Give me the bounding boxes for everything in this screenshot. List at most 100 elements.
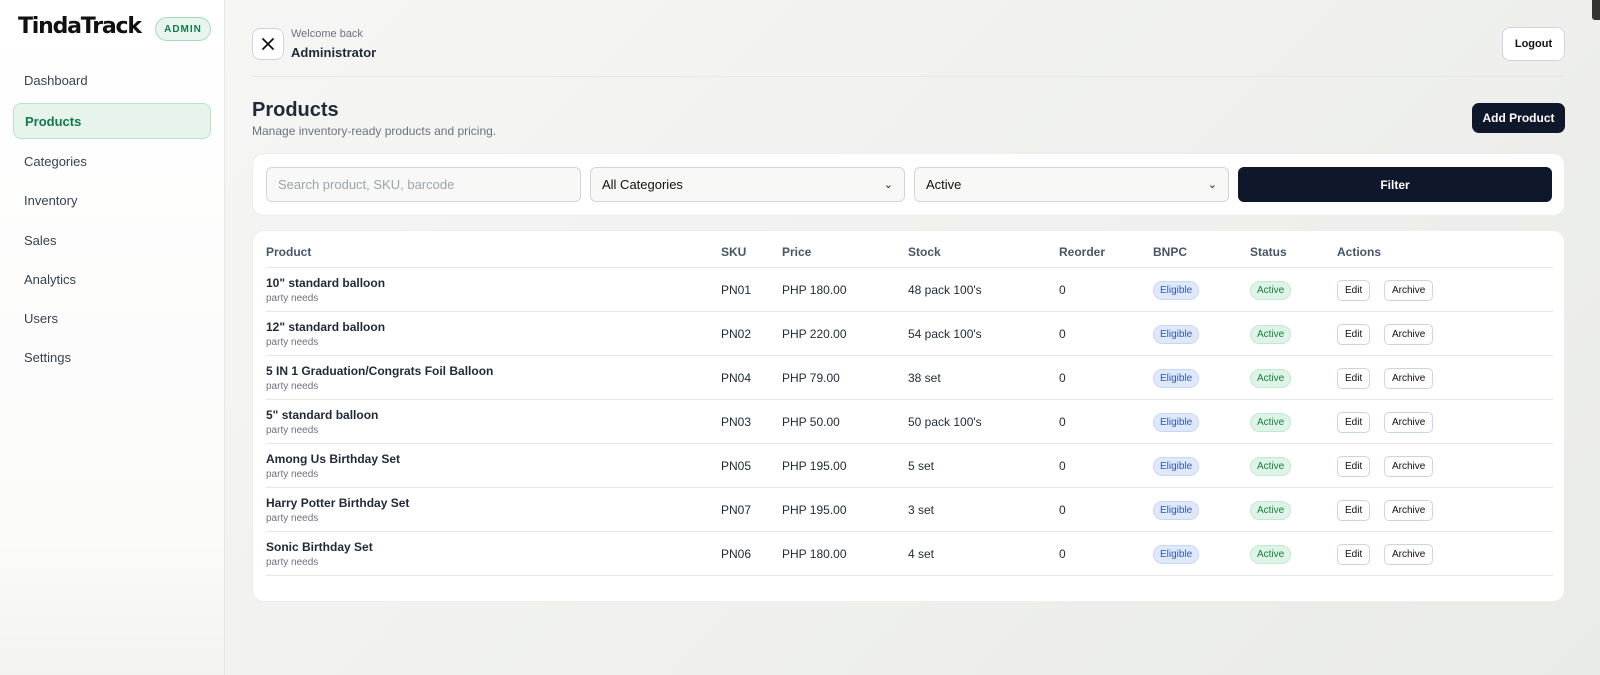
table-row: 5 IN 1 Graduation/Congrats Foil Balloon p… xyxy=(266,356,1553,400)
bnpc-badge: Eligible xyxy=(1153,325,1200,344)
column-header-reorder: Reorder xyxy=(1059,245,1106,259)
table-row: 5" standard balloon party needs PN03 PHP 50… xyxy=(266,400,1553,444)
sidebar: TindaTrack ADMIN Dashboard Products Cate… xyxy=(0,0,225,675)
product-sku: PN05 xyxy=(721,459,752,473)
logout-button[interactable]: Logout xyxy=(1502,27,1565,61)
product-sku: PN06 xyxy=(721,547,752,561)
product-category: party needs xyxy=(266,557,319,568)
product-stock: 54 pack 100's xyxy=(908,327,982,341)
topbar: Welcome back Administrator Logout xyxy=(252,27,1565,77)
product-price: PHP 79.00 xyxy=(782,371,840,385)
product-name: Harry Potter Birthday Set xyxy=(266,496,410,510)
filter-bar: All Categories ⌄ Active ⌄ Filter xyxy=(252,153,1565,216)
filter-button[interactable]: Filter xyxy=(1238,167,1552,202)
product-name: 5 IN 1 Graduation/Congrats Foil Balloon xyxy=(266,364,494,378)
sidebar-item-sales[interactable]: Sales xyxy=(13,222,211,258)
archive-button[interactable]: Archive xyxy=(1384,368,1434,389)
edit-button[interactable]: Edit xyxy=(1337,368,1371,389)
status-badge: Active xyxy=(1250,545,1292,564)
bnpc-badge: Eligible xyxy=(1153,281,1200,300)
product-price: PHP 195.00 xyxy=(782,503,847,517)
product-reorder: 0 xyxy=(1059,327,1066,341)
product-reorder: 0 xyxy=(1059,415,1066,429)
product-reorder: 0 xyxy=(1059,371,1066,385)
status-select-value: Active xyxy=(926,177,962,192)
product-name: 5" standard balloon xyxy=(266,408,379,422)
edit-button[interactable]: Edit xyxy=(1337,280,1371,301)
welcome-text: Welcome back xyxy=(291,28,363,40)
archive-button[interactable]: Archive xyxy=(1384,412,1434,433)
sidebar-item-settings[interactable]: Settings xyxy=(13,339,211,375)
page-title: Products xyxy=(252,99,339,121)
close-icon xyxy=(262,38,274,50)
archive-button[interactable]: Archive xyxy=(1384,280,1434,301)
column-header-product: Product xyxy=(266,245,312,259)
products-table: Product SKU Price Stock Reorder BNPC Sta… xyxy=(252,230,1565,602)
sidebar-item-products[interactable]: Products xyxy=(13,103,211,139)
product-reorder: 0 xyxy=(1059,547,1066,561)
edit-button[interactable]: Edit xyxy=(1337,544,1371,565)
product-sku: PN07 xyxy=(721,503,752,517)
status-badge: Active xyxy=(1250,413,1292,432)
sidebar-item-inventory[interactable]: Inventory xyxy=(13,182,211,218)
sidebar-item-analytics[interactable]: Analytics xyxy=(13,261,211,297)
sidebar-item-categories[interactable]: Categories xyxy=(13,143,211,179)
product-stock: 5 set xyxy=(908,459,935,473)
status-badge: Active xyxy=(1250,281,1292,300)
edit-button[interactable]: Edit xyxy=(1337,412,1371,433)
window-scroll-thumb[interactable] xyxy=(1592,0,1600,20)
table-row: Among Us Birthday Set party needs PN05 PHP … xyxy=(266,444,1553,488)
product-category: party needs xyxy=(266,469,319,480)
archive-button[interactable]: Archive xyxy=(1384,500,1434,521)
product-stock: 38 set xyxy=(908,371,941,385)
product-stock: 3 set xyxy=(908,503,935,517)
product-category: party needs xyxy=(266,337,319,348)
chevron-down-icon: ⌄ xyxy=(883,178,893,191)
product-category: party needs xyxy=(266,513,319,524)
archive-button[interactable]: Archive xyxy=(1384,544,1434,565)
product-name: 12" standard balloon xyxy=(266,320,386,334)
product-category: party needs xyxy=(266,425,319,436)
bnpc-badge: Eligible xyxy=(1153,413,1200,432)
page-subtitle: Manage inventory-ready products and pric… xyxy=(252,124,497,138)
sidebar-item-users[interactable]: Users xyxy=(13,300,211,336)
edit-button[interactable]: Edit xyxy=(1337,324,1371,345)
status-badge: Active xyxy=(1250,369,1292,388)
column-header-bnpc: BNPC xyxy=(1153,245,1188,259)
bnpc-badge: Eligible xyxy=(1153,545,1200,564)
product-stock: 48 pack 100's xyxy=(908,283,982,297)
status-badge: Active xyxy=(1250,325,1292,344)
product-sku: PN04 xyxy=(721,371,752,385)
table-row: Harry Potter Birthday Set party needs PN07… xyxy=(266,488,1553,532)
search-input[interactable] xyxy=(266,167,581,202)
edit-button[interactable]: Edit xyxy=(1337,500,1371,521)
category-select[interactable]: All Categories ⌄ xyxy=(590,167,905,202)
bnpc-badge: Eligible xyxy=(1153,501,1200,520)
column-header-status: Status xyxy=(1250,245,1287,259)
product-category: party needs xyxy=(266,293,319,304)
archive-button[interactable]: Archive xyxy=(1384,324,1434,345)
sidebar-item-dashboard[interactable]: Dashboard xyxy=(13,62,211,98)
category-select-value: All Categories xyxy=(602,177,683,192)
table-row: 12" standard balloon party needs PN02 PHP 2… xyxy=(266,312,1553,356)
table-row: Sonic Birthday Set party needs PN06 PHP 180… xyxy=(266,532,1553,576)
column-header-stock: Stock xyxy=(908,245,941,259)
close-sidebar-button[interactable] xyxy=(252,28,284,60)
product-stock: 4 set xyxy=(908,547,935,561)
column-header-price: Price xyxy=(782,245,812,259)
product-sku: PN01 xyxy=(721,283,752,297)
add-product-button[interactable]: Add Product xyxy=(1472,103,1565,133)
product-category: party needs xyxy=(266,381,319,392)
chevron-down-icon: ⌄ xyxy=(1207,178,1217,191)
product-price: PHP 220.00 xyxy=(782,327,847,341)
product-reorder: 0 xyxy=(1059,459,1066,473)
user-name: Administrator xyxy=(291,45,377,60)
product-sku: PN03 xyxy=(721,415,752,429)
product-name: 10" standard balloon xyxy=(266,276,386,290)
product-price: PHP 180.00 xyxy=(782,547,847,561)
status-select[interactable]: Active ⌄ xyxy=(914,167,1229,202)
archive-button[interactable]: Archive xyxy=(1384,456,1434,477)
edit-button[interactable]: Edit xyxy=(1337,456,1371,477)
status-badge: Active xyxy=(1250,501,1292,520)
role-badge: ADMIN xyxy=(155,17,211,41)
